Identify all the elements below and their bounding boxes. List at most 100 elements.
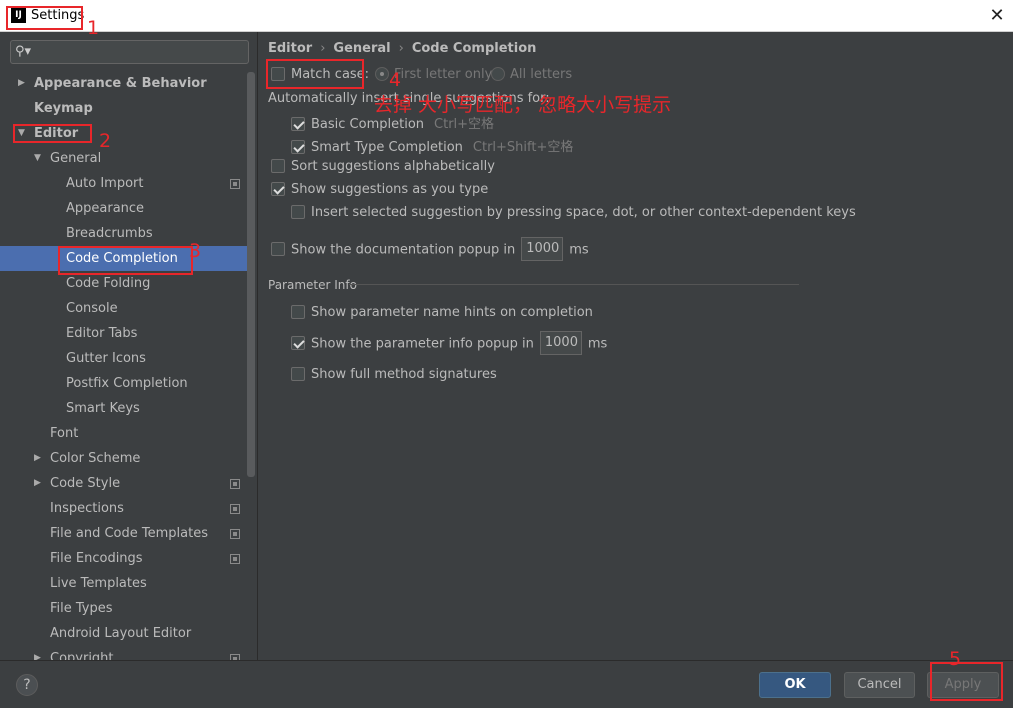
window-title: Settings: [31, 8, 85, 23]
tree-item-label: File Encodings: [50, 551, 143, 566]
collapsed-arrow-icon[interactable]: ▶: [34, 446, 41, 471]
show-as-you-type-row: Show suggestions as you type: [271, 181, 488, 197]
ok-button[interactable]: OK: [759, 672, 831, 698]
tree-item-breadcrumbs[interactable]: Breadcrumbs: [0, 221, 247, 246]
tree-item-editor-tabs[interactable]: Editor Tabs: [0, 321, 247, 346]
tree-item-label: Android Layout Editor: [50, 626, 192, 641]
info-popup-unit: ms: [587, 336, 608, 352]
info-popup-checkbox[interactable]: [291, 336, 305, 350]
tree-item-label: Code Completion: [66, 251, 178, 266]
match-case-checkbox[interactable]: [271, 66, 285, 81]
project-scope-icon: [230, 479, 240, 489]
tree-item-label: Copyright: [50, 651, 114, 660]
match-case-label[interactable]: Match case:: [291, 67, 369, 82]
full-signatures-checkbox[interactable]: [291, 366, 305, 381]
doc-popup-delay-input[interactable]: 1000: [521, 237, 564, 261]
expanded-arrow-icon[interactable]: ▼: [18, 121, 25, 146]
tree-item-label: File and Code Templates: [50, 526, 208, 541]
tree-item-live-templates[interactable]: Live Templates: [0, 571, 247, 596]
tree-item-android-layout-editor[interactable]: Android Layout Editor: [0, 621, 247, 646]
tree-item-general[interactable]: ▼ General: [0, 146, 247, 171]
insert-by-space-label[interactable]: Insert selected suggestion by pressing s…: [311, 205, 856, 220]
name-hints-label[interactable]: Show parameter name hints on completion: [311, 305, 593, 320]
breadcrumb-item[interactable]: Editor: [268, 41, 312, 56]
sort-alphabetically-checkbox[interactable]: [271, 158, 285, 173]
app-icon: IJ: [11, 8, 26, 23]
basic-completion-checkbox[interactable]: [291, 116, 305, 131]
match-case-row: Match case:: [271, 66, 369, 82]
apply-button[interactable]: Apply: [927, 672, 999, 698]
tree-item-postfix-completion[interactable]: Postfix Completion: [0, 371, 247, 396]
name-hints-row: Show parameter name hints on completion: [291, 304, 593, 320]
breadcrumb-item[interactable]: General: [333, 41, 390, 56]
annotation-number-3: 3: [189, 240, 202, 262]
tree-item-copyright[interactable]: ▶ Copyright: [0, 646, 247, 660]
close-button[interactable]: ✕: [981, 0, 1013, 32]
smart-type-completion-row: Smart Type Completion Ctrl+Shift+空格: [291, 136, 573, 155]
doc-popup-row: Show the documentation popup in 1000 ms: [271, 237, 589, 262]
smart-type-completion-label[interactable]: Smart Type Completion: [311, 140, 463, 155]
tree-item-file-encodings[interactable]: File Encodings: [0, 546, 247, 571]
tree-item-console[interactable]: Console: [0, 296, 247, 321]
basic-completion-label[interactable]: Basic Completion: [311, 117, 424, 132]
full-signatures-label[interactable]: Show full method signatures: [311, 367, 497, 382]
tree-item-file-types[interactable]: File Types: [0, 596, 247, 621]
tree-item-label: Breadcrumbs: [66, 226, 153, 241]
sort-alphabetically-label[interactable]: Sort suggestions alphabetically: [291, 159, 495, 174]
project-scope-icon: [230, 179, 240, 189]
collapsed-arrow-icon[interactable]: ▶: [34, 646, 41, 660]
code-completion-panel: Editor › General › Code Completion Match cas…: [259, 32, 1013, 660]
tree-item-editor[interactable]: ▼ Editor: [0, 121, 247, 146]
help-button[interactable]: ?: [16, 674, 38, 696]
tree-item-file-and-code-templates[interactable]: File and Code Templates: [0, 521, 247, 546]
sidebar-scrollbar[interactable]: [247, 72, 255, 477]
doc-popup-unit: ms: [569, 242, 589, 258]
tree-item-label: Color Scheme: [50, 451, 141, 466]
tree-item-keymap[interactable]: Keymap: [0, 96, 247, 121]
basic-completion-shortcut: Ctrl+空格: [434, 117, 495, 132]
collapsed-arrow-icon[interactable]: ▶: [18, 71, 25, 96]
all-letters-radio[interactable]: [491, 66, 505, 81]
first-letter-only-radio[interactable]: [375, 66, 389, 81]
project-scope-icon: [230, 529, 240, 539]
tree-item-label: Live Templates: [50, 576, 147, 591]
tree-item-appearance-behavior[interactable]: ▶ Appearance & Behavior: [0, 71, 247, 96]
cancel-button[interactable]: Cancel: [844, 672, 915, 698]
insert-by-space-checkbox[interactable]: [291, 204, 305, 219]
close-icon: ✕: [989, 5, 1005, 26]
settings-tree: ▶ Appearance & Behavior Keymap ▼ Editor ▼ Gene…: [0, 71, 247, 660]
show-as-you-type-checkbox[interactable]: [271, 181, 285, 196]
tree-item-label: Editor: [34, 126, 79, 141]
first-letter-only-label: First letter only: [394, 67, 493, 82]
collapsed-arrow-icon[interactable]: ▶: [34, 471, 41, 496]
tree-item-appearance[interactable]: Appearance: [0, 196, 247, 221]
info-popup-label[interactable]: Show the parameter info popup in: [311, 337, 534, 352]
all-letters-label: All letters: [510, 67, 573, 82]
doc-popup-label[interactable]: Show the documentation popup in: [291, 243, 515, 258]
tree-item-label: Appearance & Behavior: [34, 76, 207, 91]
full-signatures-row: Show full method signatures: [291, 366, 497, 382]
tree-item-code-folding[interactable]: Code Folding: [0, 271, 247, 296]
tree-item-font[interactable]: Font: [0, 421, 247, 446]
tree-item-label: Keymap: [34, 101, 93, 116]
tree-item-code-style[interactable]: ▶ Code Style: [0, 471, 247, 496]
info-popup-delay-input[interactable]: 1000: [539, 331, 582, 355]
tree-item-label: Font: [50, 426, 79, 441]
smart-type-completion-checkbox[interactable]: [291, 139, 305, 154]
settings-sidebar: ⚲▾ ▶ Appearance & Behavior Keymap ▼ Editor ▼ G…: [0, 32, 258, 660]
tree-item-label: Smart Keys: [66, 401, 140, 416]
name-hints-checkbox[interactable]: [291, 304, 305, 319]
tree-item-color-scheme[interactable]: ▶ Color Scheme: [0, 446, 247, 471]
expanded-arrow-icon[interactable]: ▼: [34, 146, 41, 171]
tree-item-label: File Types: [50, 601, 113, 616]
tree-item-auto-import[interactable]: Auto Import: [0, 171, 247, 196]
search-input[interactable]: ⚲▾: [10, 40, 249, 64]
parameter-info-divider: [349, 284, 799, 285]
tree-item-code-completion[interactable]: Code Completion: [0, 246, 247, 271]
tree-item-gutter-icons[interactable]: Gutter Icons: [0, 346, 247, 371]
tree-item-label: Postfix Completion: [66, 376, 188, 391]
show-as-you-type-label[interactable]: Show suggestions as you type: [291, 182, 488, 197]
tree-item-smart-keys[interactable]: Smart Keys: [0, 396, 247, 421]
tree-item-inspections[interactable]: Inspections: [0, 496, 247, 521]
doc-popup-checkbox[interactable]: [271, 242, 285, 256]
